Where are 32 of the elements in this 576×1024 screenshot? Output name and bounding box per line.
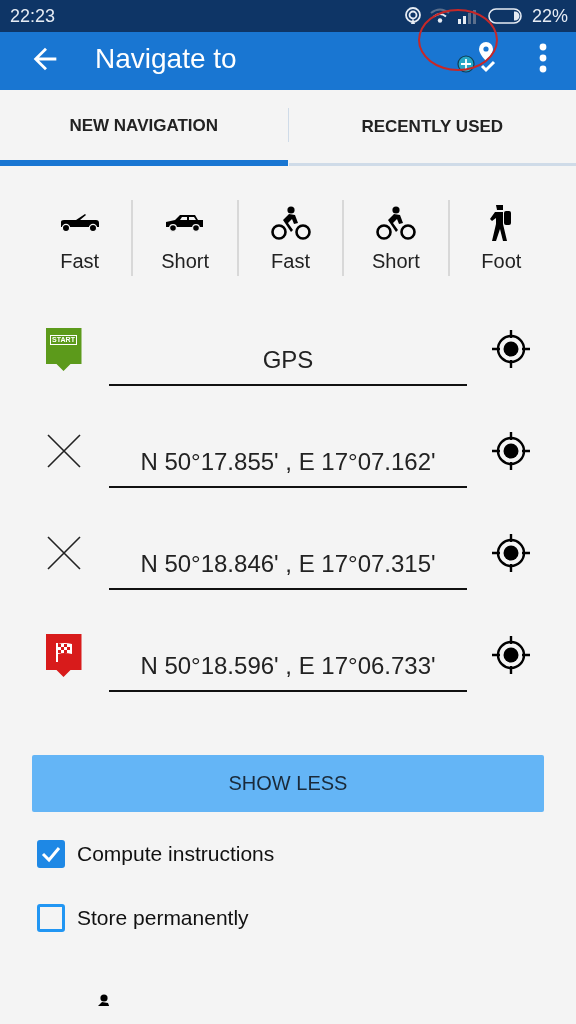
waypoint-field[interactable]: N 50°18.846' , E 17°07.315' — [109, 538, 467, 590]
more-options-button[interactable] — [538, 43, 548, 73]
route-mode-button[interactable]: Short — [344, 204, 448, 266]
route-mode-button[interactable]: Foot — [449, 204, 554, 266]
hotspot-icon — [403, 7, 422, 25]
locate-button[interactable] — [491, 533, 531, 573]
suv-car-icon — [165, 213, 206, 233]
waypoint-field[interactable]: N 50°18.596' , E 17°06.733' — [109, 640, 467, 692]
screen-title: Navigate to — [95, 42, 238, 75]
tab[interactable]: RECENTLY USED — [288, 90, 576, 166]
remove-waypoint-button[interactable] — [46, 536, 81, 570]
battery-icon — [487, 8, 524, 24]
checkbox[interactable] — [37, 840, 65, 868]
locate-button[interactable] — [491, 431, 531, 471]
convertible-car-icon — [59, 213, 100, 233]
waypoint-field[interactable]: GPS — [109, 334, 467, 386]
battery-percent: 22% — [531, 5, 568, 27]
tab[interactable]: NEW NAVIGATION — [0, 90, 288, 166]
remove-waypoint-button[interactable] — [46, 434, 81, 468]
locate-button[interactable] — [491, 635, 531, 675]
checkbox-label: Compute instructions — [77, 842, 275, 866]
checkbox-label: Store permanently — [77, 906, 249, 930]
status-time: 22:23 — [10, 5, 56, 27]
wifi-icon — [429, 8, 450, 24]
show-less-button[interactable]: SHOW LESS — [32, 755, 544, 812]
route-mode-button[interactable]: Fast — [28, 204, 132, 266]
finish-flag-marker-icon — [45, 634, 82, 677]
waypoint-field[interactable]: N 50°17.855' , E 17°07.162' — [109, 436, 467, 488]
checkbox[interactable] — [37, 904, 65, 932]
route-mode-button[interactable]: Short — [133, 204, 237, 266]
locate-button[interactable] — [491, 329, 531, 369]
route-mode-button[interactable]: Fast — [238, 204, 343, 266]
